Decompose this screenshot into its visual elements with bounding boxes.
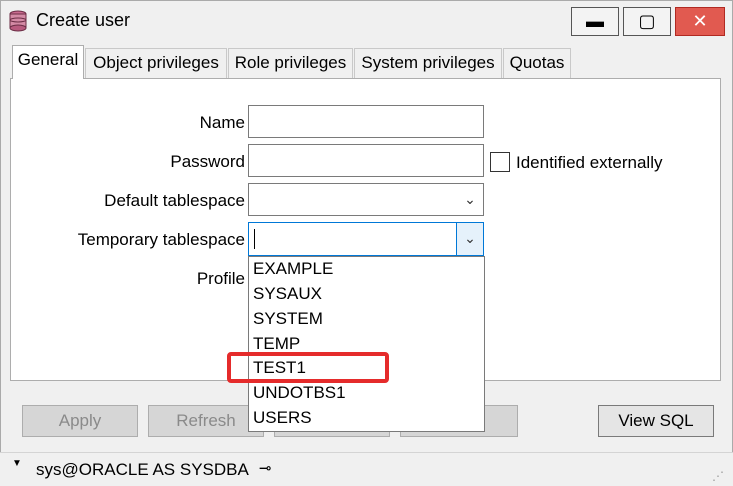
pin-icon[interactable]: ⊸: [259, 459, 272, 477]
password-input[interactable]: [248, 144, 484, 177]
dropdown-option-users[interactable]: USERS: [253, 408, 312, 433]
view-sql-button[interactable]: View SQL: [598, 405, 714, 437]
chevron-down-icon[interactable]: ⌄: [456, 223, 483, 255]
default-tablespace-select[interactable]: ⌄: [248, 183, 484, 216]
temporary-tablespace-label: Temporary tablespace: [77, 230, 245, 249]
title-bar[interactable]: Create user ▬ ▢ ✕: [0, 0, 733, 40]
identified-externally-label: Identified externally: [516, 153, 663, 172]
close-button[interactable]: ✕: [675, 7, 725, 36]
status-menu-icon[interactable]: ▼: [12, 458, 22, 469]
tab-general[interactable]: General: [12, 45, 84, 79]
tab-system-privileges[interactable]: System privileges: [354, 48, 502, 78]
minimize-button[interactable]: ▬: [571, 7, 619, 36]
connection-status: sys@ORACLE AS SYSDBA: [36, 460, 249, 479]
tab-object-privileges[interactable]: Object privileges: [85, 48, 227, 78]
refresh-button[interactable]: Refresh: [148, 405, 264, 437]
text-cursor: [254, 229, 255, 249]
password-label: Password: [170, 152, 245, 171]
tab-quotas[interactable]: Quotas: [503, 48, 571, 78]
window-title: Create user: [36, 10, 131, 30]
resize-grip-icon[interactable]: ⋰: [712, 469, 724, 483]
dropdown-option-system[interactable]: SYSTEM: [253, 309, 323, 334]
identified-externally-checkbox[interactable]: [490, 152, 510, 172]
maximize-icon: ▢: [638, 11, 656, 31]
database-user-icon: [9, 10, 27, 32]
maximize-button[interactable]: ▢: [623, 7, 671, 36]
chevron-down-icon: ⌄: [464, 191, 476, 207]
apply-button[interactable]: Apply: [22, 405, 138, 437]
default-tablespace-label: Default tablespace: [104, 191, 245, 210]
status-bar: ▼ sys@ORACLE AS SYSDBA ⊸ ⋰: [0, 452, 733, 486]
temporary-tablespace-dropdown: EXAMPLE SYSAUX SYSTEM TEMP TEST1 UNDOTBS…: [248, 256, 485, 432]
dropdown-option-undotbs1[interactable]: UNDOTBS1: [253, 383, 346, 408]
dropdown-option-example[interactable]: EXAMPLE: [253, 259, 333, 284]
close-icon: ✕: [692, 11, 708, 31]
tab-role-privileges[interactable]: Role privileges: [228, 48, 353, 78]
profile-label: Profile: [196, 269, 245, 288]
highlight-box: [227, 352, 389, 383]
minimize-icon: ▬: [586, 11, 604, 31]
temporary-tablespace-select[interactable]: ⌄: [248, 222, 484, 256]
name-label: Name: [199, 113, 245, 132]
name-input[interactable]: [248, 105, 484, 138]
dropdown-option-sysaux[interactable]: SYSAUX: [253, 284, 322, 309]
